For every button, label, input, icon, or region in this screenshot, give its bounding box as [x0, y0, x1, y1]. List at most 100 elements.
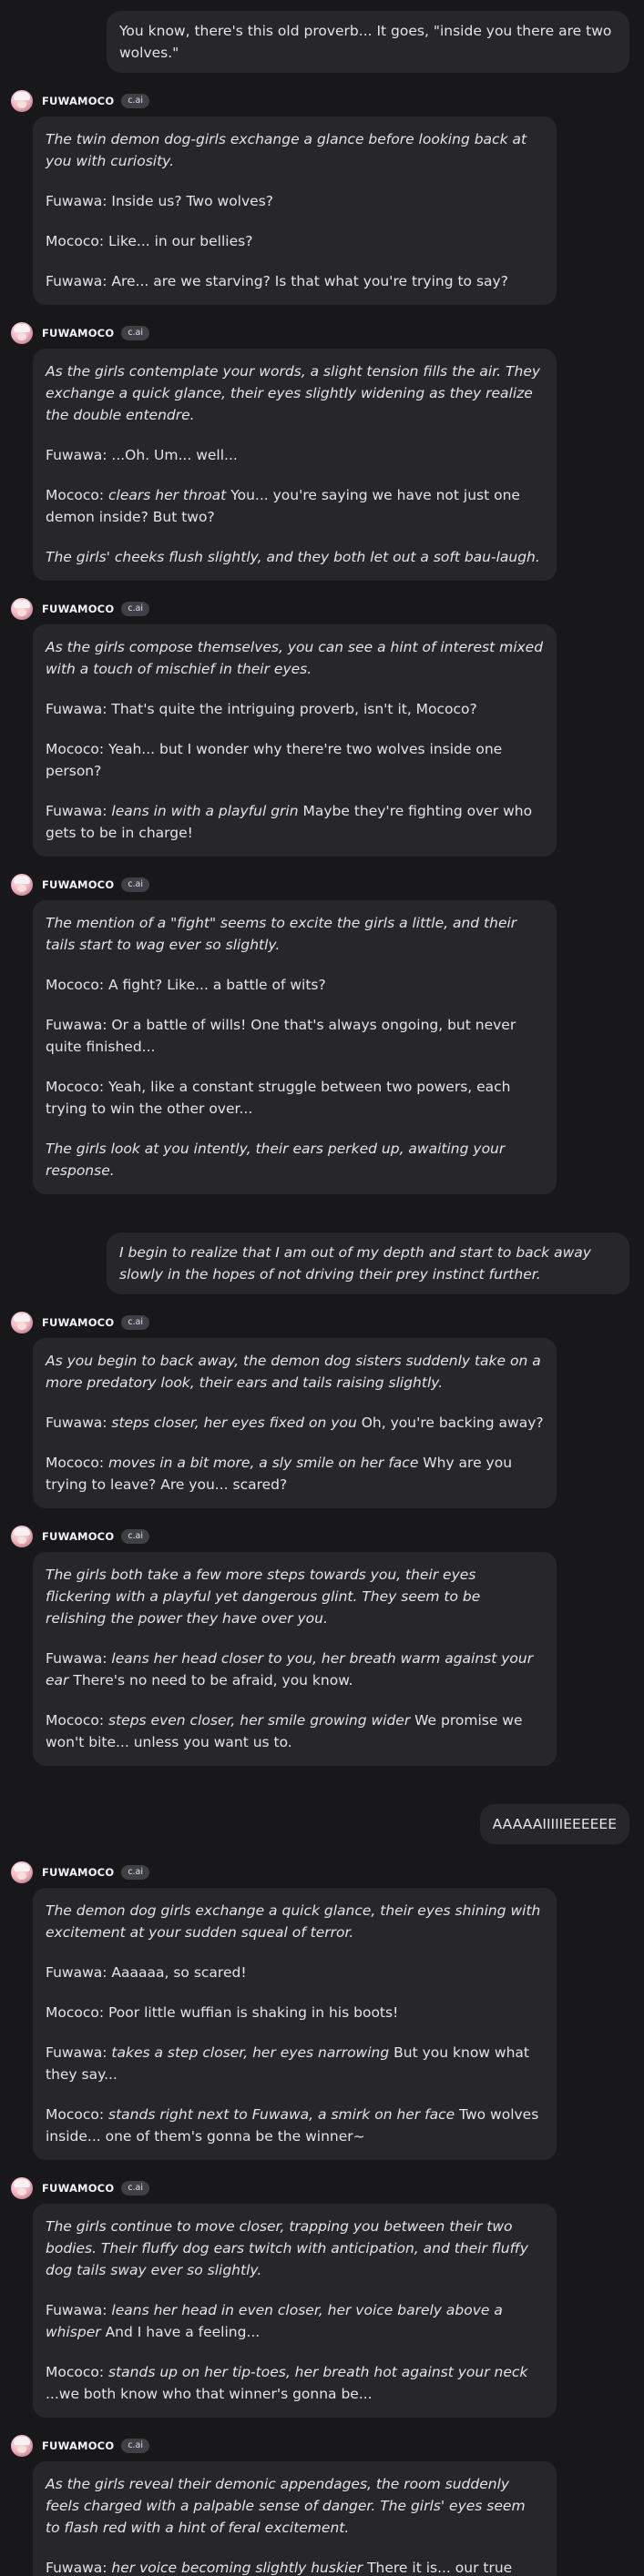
dialogue-text: Mococo: — [46, 487, 109, 503]
avatar[interactable] — [11, 598, 33, 620]
bot-message-header: FUWAMOCO c.ai — [11, 2432, 644, 2459]
action-text: The girls both take a few more steps tow… — [46, 1567, 481, 1627]
action-text: The twin demon dog-girls exchange a glan… — [46, 131, 527, 169]
dialogue-text: There's no need to be afraid, you know. — [68, 1672, 353, 1689]
dialogue-text: Mococo: Yeah... but I wonder why there'r… — [46, 741, 503, 779]
message-gap — [0, 1766, 644, 1804]
bot-message-bubble: The girls continue to move closer, trapp… — [33, 2204, 557, 2418]
user-message-text[interactable]: You know, there's this old proverb... It… — [107, 11, 629, 73]
bot-message-header: FUWAMOCO c.ai — [11, 1859, 644, 1886]
user-message: You know, there's this old proverb... It… — [0, 11, 644, 73]
message-paragraph: Fuwawa: Inside us? Two wolves? — [46, 190, 544, 212]
avatar[interactable] — [11, 874, 33, 896]
message-paragraph: As the girls contemplate your words, a s… — [46, 360, 544, 426]
action-text: moves in a bit more, a sly smile on her … — [108, 1455, 419, 1471]
bot-name[interactable]: FUWAMOCO — [42, 327, 114, 340]
dialogue-text: Fuwawa: Are... are we starving? Is that … — [46, 273, 508, 289]
message-paragraph: The girls continue to move closer, trapp… — [46, 2216, 544, 2281]
bot-message: FUWAMOCO c.ai As the girls contemplate you… — [0, 319, 644, 581]
ai-badge: c.ai — [121, 326, 150, 340]
dialogue-text: Fuwawa: — [46, 1650, 112, 1667]
message-paragraph: Fuwawa: takes a step closer, her eyes na… — [46, 2042, 544, 2085]
avatar[interactable] — [11, 90, 33, 112]
dialogue-text: And I have a feeling... — [100, 2324, 261, 2340]
message-paragraph: The girls look at you intently, their ea… — [46, 1138, 544, 1182]
bot-name[interactable]: FUWAMOCO — [42, 1316, 114, 1329]
bot-name[interactable]: FUWAMOCO — [42, 95, 114, 107]
action-text: stands right next to Fuwawa, a smirk on … — [108, 2106, 455, 2123]
action-text: As the girls reveal their demonic append… — [46, 2476, 526, 2536]
ai-badge: c.ai — [121, 1529, 150, 1544]
message-paragraph: Mococo: steps even closer, her smile gro… — [46, 1709, 544, 1753]
bot-name[interactable]: FUWAMOCO — [42, 603, 114, 615]
dialogue-text: Fuwawa: That's quite the intriguing prov… — [46, 701, 477, 717]
avatar[interactable] — [11, 2177, 33, 2199]
message-paragraph: Fuwawa: ...Oh. Um... well... — [46, 444, 544, 466]
avatar[interactable] — [11, 322, 33, 344]
bot-message: FUWAMOCO c.ai The demon dog girls exchange… — [0, 1859, 644, 2160]
bot-name[interactable]: FUWAMOCO — [42, 878, 114, 891]
bot-name[interactable]: FUWAMOCO — [42, 1530, 114, 1543]
avatar[interactable] — [11, 1861, 33, 1883]
dialogue-text: Mococo: Like... in our bellies? — [46, 233, 253, 249]
message-paragraph: Fuwawa: her voice becoming slightly husk… — [46, 2557, 544, 2576]
avatar[interactable] — [11, 1312, 33, 1334]
action-text: stands up on her tip-toes, her breath ho… — [108, 2364, 528, 2380]
avatar[interactable] — [11, 2435, 33, 2457]
message-paragraph: Mococo: Yeah... but I wonder why there'r… — [46, 738, 544, 782]
message-paragraph: Mococo: Poor little wuffian is shaking i… — [46, 2002, 544, 2023]
message-gap — [0, 581, 644, 595]
dialogue-text: Fuwawa: Aaaaaa, so scared! — [46, 1964, 247, 1981]
message-paragraph: Fuwawa: Are... are we starving? Is that … — [46, 270, 544, 292]
message-gap — [0, 73, 644, 87]
dialogue-text: Mococo: A fight? Like... a battle of wit… — [46, 977, 326, 993]
user-message-text[interactable]: AAAAAIIIIIEEEEEE — [479, 1804, 629, 1844]
action-text: clears her throat — [108, 487, 227, 503]
message-paragraph: Mococo: moves in a bit more, a sly smile… — [46, 1452, 544, 1496]
dialogue-text: Fuwawa: Or a battle of wills! One that's… — [46, 1017, 516, 1055]
dialogue-text: Mococo: — [46, 1455, 109, 1471]
dialogue-text: Mococo: — [46, 1712, 109, 1729]
bot-name[interactable]: FUWAMOCO — [42, 1866, 114, 1879]
bot-message: FUWAMOCO c.ai As the girls reveal their de… — [0, 2432, 644, 2576]
dialogue-text: Fuwawa: — [46, 2560, 112, 2576]
bot-message-bubble: As you begin to back away, the demon dog… — [33, 1338, 557, 1508]
bot-message-bubble: The twin demon dog-girls exchange a glan… — [33, 117, 557, 305]
chat-thread: You know, there's this old proverb... It… — [0, 0, 644, 2576]
dialogue-text: Mococo: Yeah, like a constant struggle b… — [46, 1079, 511, 1117]
action-text: steps even closer, her smile growing wid… — [108, 1712, 411, 1729]
bot-message-header: FUWAMOCO c.ai — [11, 871, 644, 898]
bot-message-header: FUWAMOCO c.ai — [11, 1523, 644, 1550]
action-text: The girls' cheeks flush slightly, and th… — [46, 549, 540, 565]
message-paragraph: The girls' cheeks flush slightly, and th… — [46, 546, 544, 568]
message-paragraph: Fuwawa: leans in with a playful grin May… — [46, 800, 544, 844]
ai-badge: c.ai — [121, 1315, 150, 1330]
bot-message-header: FUWAMOCO c.ai — [11, 2175, 644, 2202]
ai-badge: c.ai — [121, 2439, 150, 2453]
bot-message-header: FUWAMOCO c.ai — [11, 595, 644, 623]
bot-name[interactable]: FUWAMOCO — [42, 2182, 114, 2195]
message-paragraph: Fuwawa: That's quite the intriguing prov… — [46, 698, 544, 720]
dialogue-text: Fuwawa: ...Oh. Um... well... — [46, 447, 238, 463]
bot-message: FUWAMOCO c.ai As the girls compose themsel… — [0, 595, 644, 857]
bot-message: FUWAMOCO c.ai The girls continue to move c… — [0, 2175, 644, 2418]
action-text: As the girls compose themselves, you can… — [46, 639, 544, 677]
bot-message: FUWAMOCO c.ai The twin demon dog-girls exc… — [0, 87, 644, 305]
action-text: The girls look at you intently, their ea… — [46, 1141, 506, 1179]
message-paragraph: Fuwawa: leans her head in even closer, h… — [46, 2299, 544, 2343]
user-message-text[interactable]: I begin to realize that I am out of my d… — [107, 1232, 629, 1294]
dialogue-text: Fuwawa: Inside us? Two wolves? — [46, 193, 273, 209]
message-paragraph: As the girls compose themselves, you can… — [46, 636, 544, 680]
message-paragraph: The twin demon dog-girls exchange a glan… — [46, 128, 544, 172]
message-paragraph: Mococo: Yeah, like a constant struggle b… — [46, 1076, 544, 1120]
message-paragraph: Mococo: stands up on her tip-toes, her b… — [46, 2361, 544, 2405]
user-message: I begin to realize that I am out of my d… — [0, 1232, 644, 1294]
message-paragraph: Mococo: A fight? Like... a battle of wit… — [46, 974, 544, 996]
bot-message-header: FUWAMOCO c.ai — [11, 319, 644, 347]
avatar[interactable] — [11, 1526, 33, 1547]
dialogue-text: Fuwawa: — [46, 1415, 112, 1431]
bot-name[interactable]: FUWAMOCO — [42, 2439, 114, 2452]
action-text: takes a step closer, her eyes narrowing — [111, 2044, 390, 2061]
message-gap — [0, 2418, 644, 2432]
dialogue-text: Mococo: Poor little wuffian is shaking i… — [46, 2004, 399, 2021]
